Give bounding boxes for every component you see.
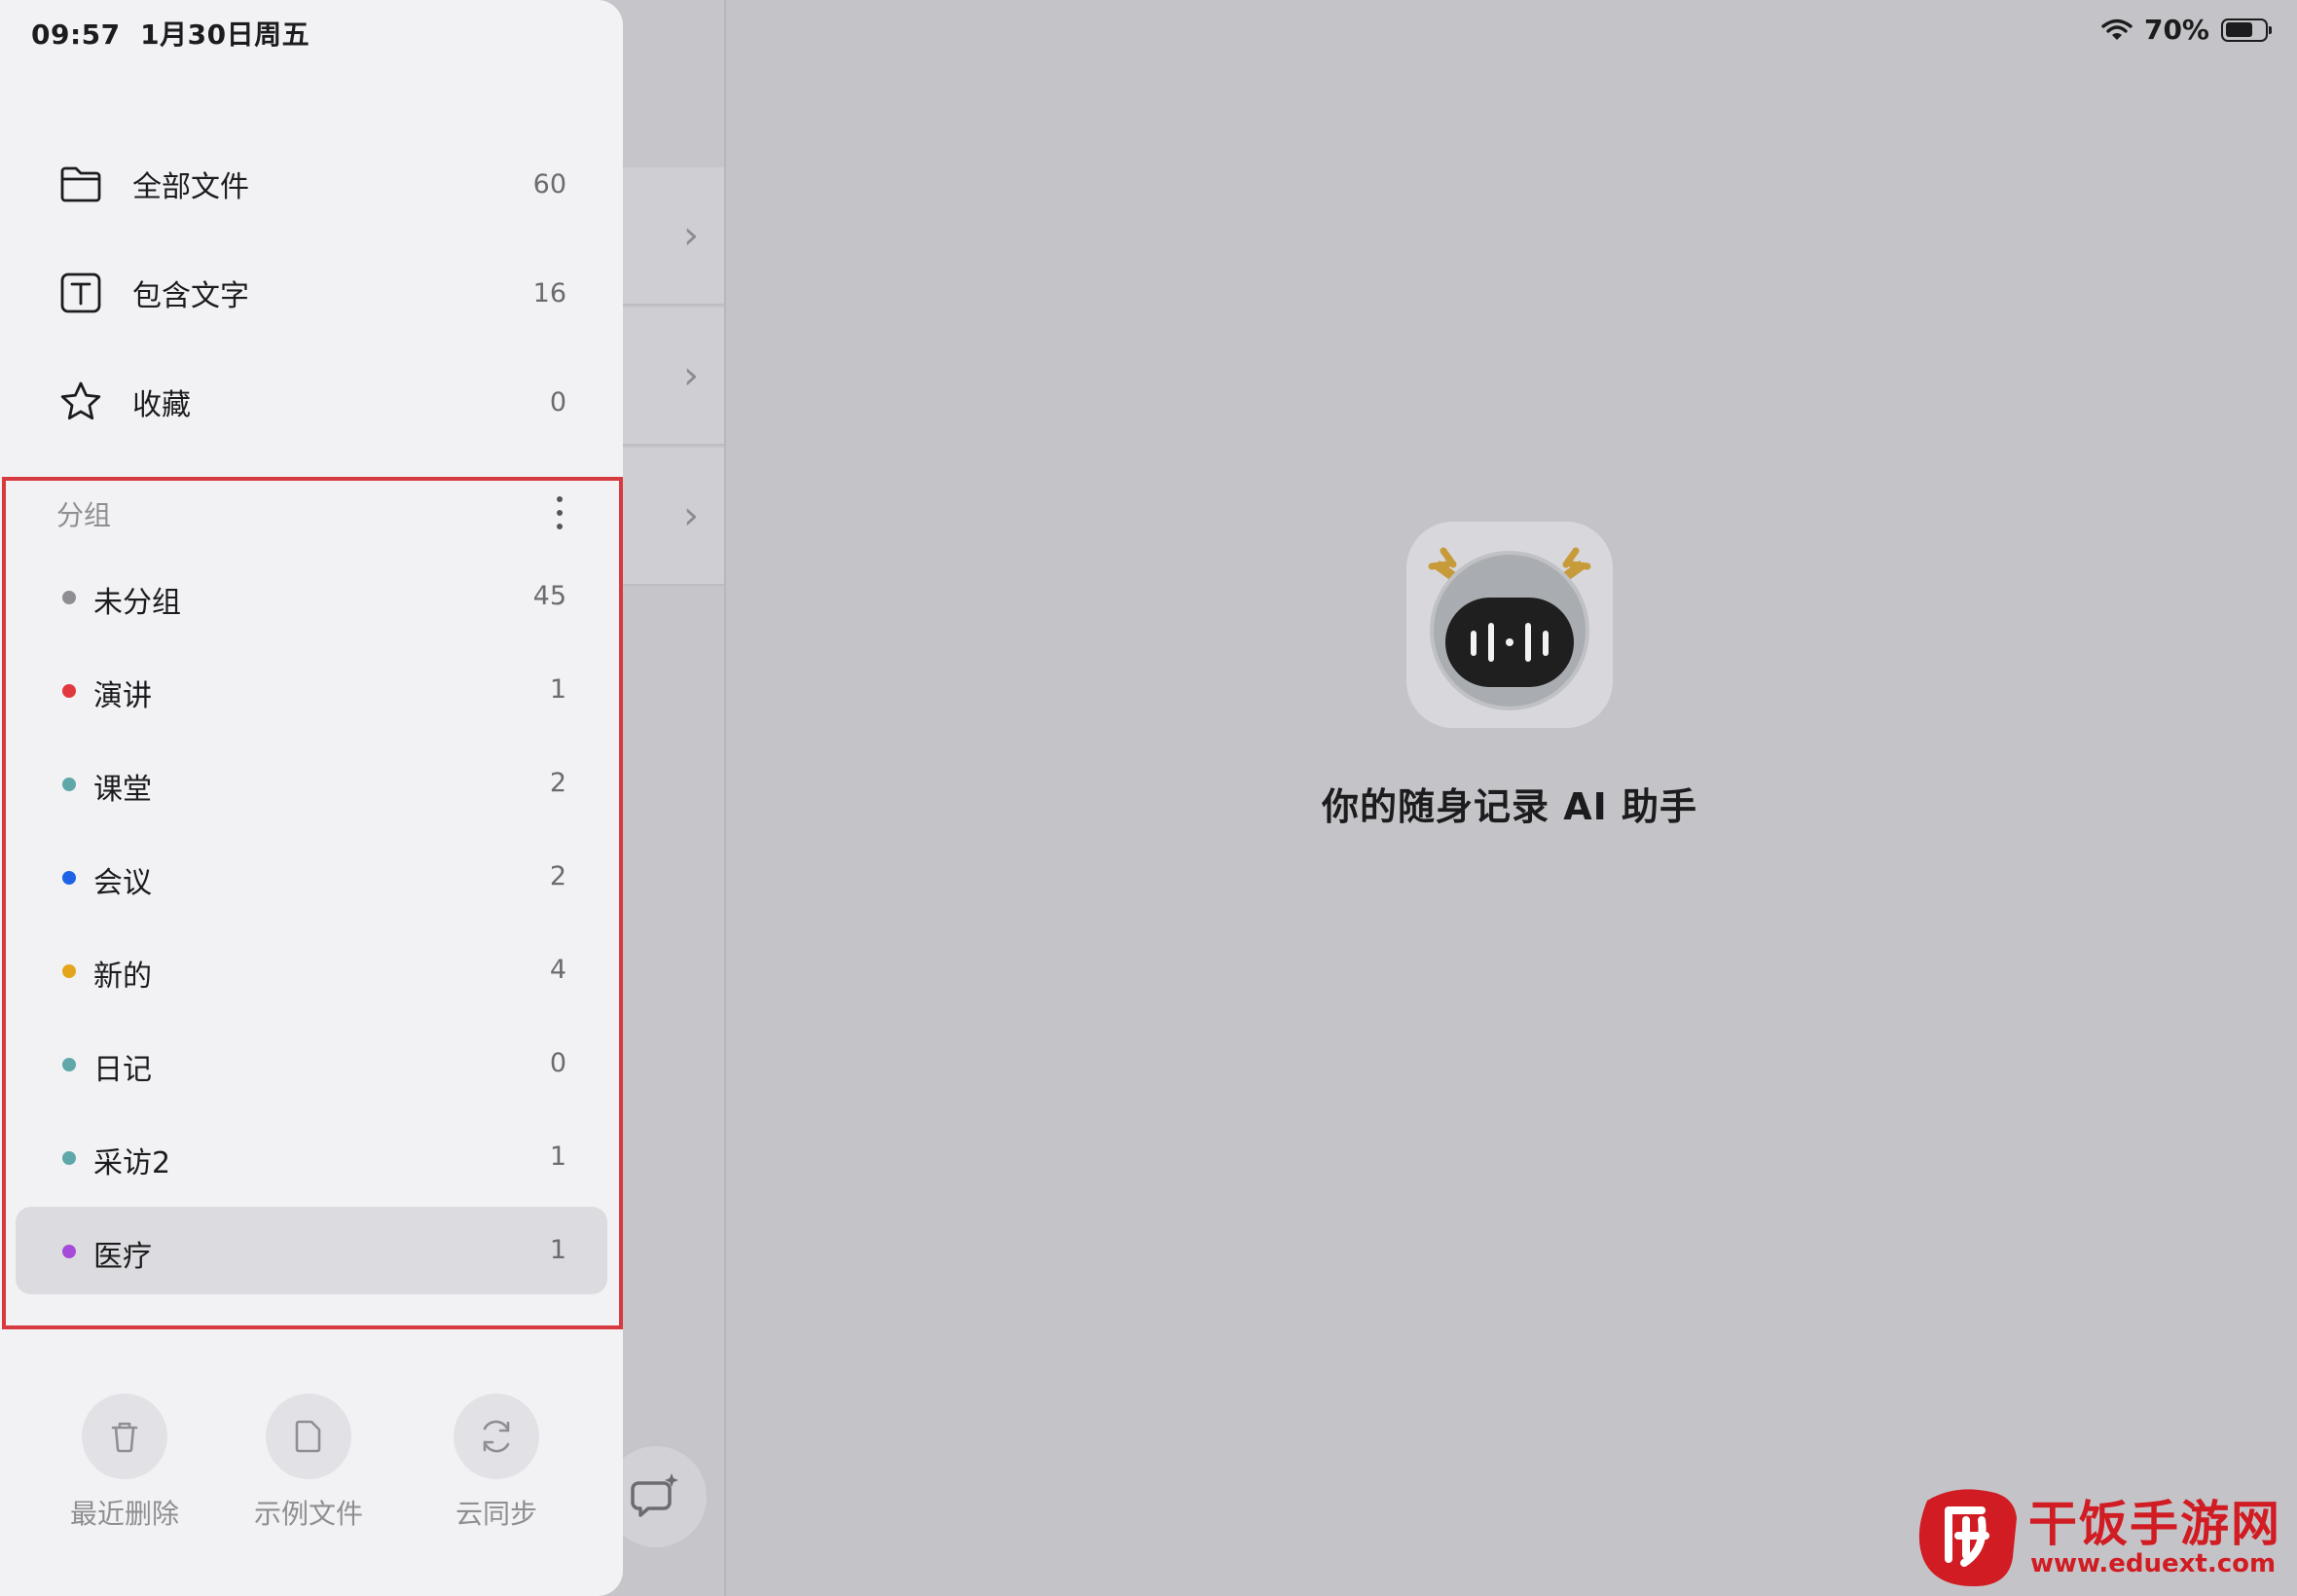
cloud-sync-button[interactable]: 云同步 xyxy=(428,1394,565,1532)
nav-favorites[interactable]: 收藏 0 xyxy=(0,348,623,455)
chevron-right-icon: › xyxy=(683,213,699,258)
nav-count: 16 xyxy=(532,277,566,308)
document-icon xyxy=(295,1420,321,1453)
group-item[interactable]: 未分组 45 xyxy=(16,553,607,640)
nav-contains-text[interactable]: 包含文字 16 xyxy=(0,239,623,346)
watermark-url: www.eduext.com xyxy=(2030,1549,2277,1578)
status-indicators: 70% xyxy=(2101,14,2272,46)
group-item[interactable]: 新的 4 xyxy=(16,926,607,1014)
chevron-right-icon: › xyxy=(683,493,699,538)
ai-chat-icon xyxy=(631,1473,678,1517)
group-color-dot xyxy=(62,684,76,698)
group-label: 日记 xyxy=(93,1053,152,1087)
group-color-dot xyxy=(62,591,76,604)
group-label: 课堂 xyxy=(93,773,152,807)
group-item[interactable]: 会议 2 xyxy=(16,833,607,921)
nav-label: 全部文件 xyxy=(132,170,249,204)
site-watermark: 干饭手游网 www.eduext.com xyxy=(1910,1481,2281,1590)
group-count: 2 xyxy=(549,861,566,891)
more-options-icon[interactable] xyxy=(545,494,574,531)
battery-percent: 70% xyxy=(2143,14,2209,46)
group-color-dot xyxy=(62,871,76,885)
status-time: 09:57 1月30日周五 xyxy=(31,14,310,53)
group-color-dot xyxy=(62,964,76,978)
cloud-sync-circle xyxy=(454,1394,539,1479)
group-color-dot xyxy=(62,1058,76,1071)
file-list-row[interactable]: › xyxy=(623,448,724,586)
group-count: 1 xyxy=(549,1142,566,1172)
watermark-logo-icon xyxy=(1918,1489,2017,1586)
group-count: 0 xyxy=(549,1048,566,1078)
sample-files-circle xyxy=(266,1394,351,1479)
group-item[interactable]: 演讲 1 xyxy=(16,646,607,734)
group-label: 演讲 xyxy=(93,679,152,713)
nav-label: 收藏 xyxy=(132,388,191,422)
recently-deleted-label: 最近删除 xyxy=(69,1498,179,1530)
file-list-row[interactable]: › xyxy=(623,308,724,446)
groups-header: 分组 xyxy=(56,499,112,531)
sample-files-button[interactable]: 示例文件 xyxy=(240,1394,377,1532)
nav-count: 60 xyxy=(532,168,566,200)
group-color-dot xyxy=(62,1245,76,1258)
recently-deleted-button[interactable]: 最近删除 xyxy=(56,1394,193,1532)
group-label: 采访2 xyxy=(93,1146,171,1180)
group-label: 未分组 xyxy=(93,586,181,620)
group-label: 会议 xyxy=(93,866,152,900)
battery-icon xyxy=(2221,18,2272,42)
nav-label: 包含文字 xyxy=(132,279,249,313)
group-count: 2 xyxy=(549,768,566,798)
group-label: 医疗 xyxy=(93,1240,152,1274)
wifi-icon xyxy=(2101,18,2133,40)
trash-icon xyxy=(111,1422,138,1453)
sample-files-label: 示例文件 xyxy=(253,1498,363,1530)
panel-divider xyxy=(724,0,726,1596)
group-item[interactable]: 采访2 1 xyxy=(16,1113,607,1201)
recently-deleted-circle xyxy=(82,1394,167,1479)
group-label: 新的 xyxy=(93,960,152,994)
status-date: 1月30日周五 xyxy=(140,18,310,51)
status-clock: 09:57 xyxy=(31,18,121,51)
robot-logo-icon xyxy=(1406,522,1613,728)
empty-state: 你的随身记录 AI 助手 xyxy=(1213,522,1806,830)
watermark-title: 干饭手游网 xyxy=(2028,1496,2281,1552)
nav-all-files[interactable]: 全部文件 60 xyxy=(0,130,623,237)
group-count: 1 xyxy=(549,1235,566,1265)
cloud-sync-label: 云同步 xyxy=(455,1498,537,1530)
star-icon xyxy=(60,381,101,420)
group-item[interactable]: 医疗 1 xyxy=(16,1207,607,1294)
group-count: 4 xyxy=(549,955,566,985)
group-count: 1 xyxy=(549,674,566,705)
sidebar-drawer: 全部文件 60 包含文字 16 收藏 0 分组 未分组 45 演讲 1 课堂 2… xyxy=(0,0,623,1596)
folder-icon xyxy=(60,166,101,202)
sync-icon xyxy=(483,1420,510,1453)
chevron-right-icon: › xyxy=(683,353,699,398)
empty-state-title: 你的随身记录 AI 助手 xyxy=(1321,785,1697,828)
group-color-dot xyxy=(62,1151,76,1165)
text-icon xyxy=(60,272,101,313)
group-item[interactable]: 课堂 2 xyxy=(16,740,607,827)
group-color-dot xyxy=(62,778,76,791)
file-list-row[interactable]: › xyxy=(623,167,724,306)
group-item[interactable]: 日记 0 xyxy=(16,1020,607,1107)
group-count: 45 xyxy=(532,581,566,611)
nav-count: 0 xyxy=(549,386,566,417)
